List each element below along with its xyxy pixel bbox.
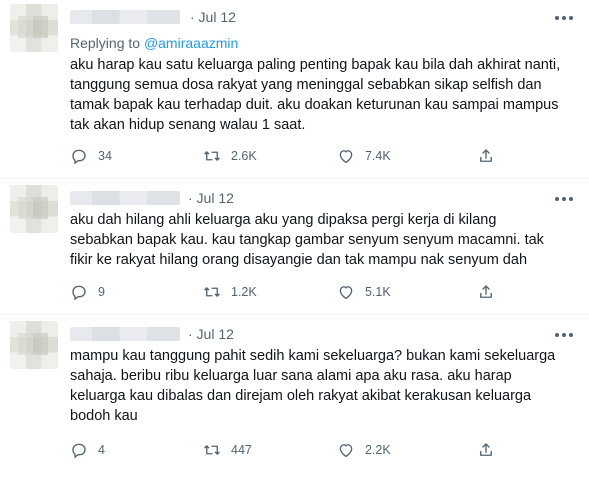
tweet-text-line: sebabkan bapak kau. kau tangkap gambar s… xyxy=(70,232,544,248)
share-icon xyxy=(480,149,492,162)
tweet-text-line: aku dah hilang ahli keluarga aku yang di… xyxy=(70,212,497,228)
reply-button[interactable]: 9 xyxy=(70,282,105,302)
tweet-text-line: mampu kau tanggung pahit sedih kami seke… xyxy=(70,348,556,364)
share-icon xyxy=(480,285,492,298)
tweet-text-line: sahaja. beribu ribu keluarga luar sana a… xyxy=(70,368,512,384)
reply-count: 4 xyxy=(98,443,105,457)
like-button[interactable]: 5.1K xyxy=(337,282,391,302)
reply-button[interactable]: 4 xyxy=(70,440,105,460)
retweet-button[interactable]: 2.6K xyxy=(203,146,257,166)
reply-button[interactable]: 34 xyxy=(70,146,112,166)
avatar[interactable] xyxy=(10,185,58,233)
tweet-text-line: bodoh kau xyxy=(70,408,138,424)
avatar[interactable] xyxy=(10,4,58,52)
tweet-text-line: keluarga kau dibalas dan direjam oleh ra… xyxy=(70,388,532,404)
tweet-1[interactable]: · Jul 12 Replying to @amiraaazmin aku ha… xyxy=(0,0,589,178)
reply-icon xyxy=(72,285,86,301)
tweet-text-line: aku harap kau satu keluarga paling penti… xyxy=(70,57,561,73)
retweet-count: 1.2K xyxy=(231,285,257,299)
tweet-actions: 9 1.2K 5.1K xyxy=(70,282,570,302)
like-button[interactable]: 7.4K xyxy=(337,146,391,166)
reply-icon xyxy=(72,443,86,459)
tweet-text-line: tamak bapak kau terhadap duit. aku doaka… xyxy=(70,97,559,113)
more-options-icon[interactable] xyxy=(555,12,575,24)
reply-icon xyxy=(72,149,86,165)
reply-count: 34 xyxy=(98,149,112,163)
more-options-icon[interactable] xyxy=(555,329,575,341)
replying-to-handle[interactable]: @amiraaazmin xyxy=(144,35,238,51)
blurred-username[interactable] xyxy=(70,327,180,341)
share-button[interactable] xyxy=(477,440,505,460)
like-count: 2.2K xyxy=(365,443,391,457)
tweet-text: mampu kau tanggung pahit sedih kami seke… xyxy=(70,346,575,426)
heart-icon xyxy=(339,444,353,458)
retweet-button[interactable]: 1.2K xyxy=(203,282,257,302)
tweet-text: aku dah hilang ahli keluarga aku yang di… xyxy=(70,210,575,270)
tweet-3[interactable]: · Jul 12 mampu kau tanggung pahit sedih … xyxy=(0,315,589,477)
tweet-2[interactable]: · Jul 12 aku dah hilang ahli keluarga ak… xyxy=(0,179,589,314)
tweet-date[interactable]: · Jul 12 xyxy=(190,9,236,25)
tweet-actions: 4 447 2.2K xyxy=(70,440,570,460)
blurred-username[interactable] xyxy=(70,10,180,24)
retweet-button[interactable]: 447 xyxy=(203,440,252,460)
more-options-icon[interactable] xyxy=(555,193,575,205)
retweet-icon xyxy=(204,445,220,455)
share-icon xyxy=(480,443,492,456)
tweet-date[interactable]: · Jul 12 xyxy=(188,326,234,342)
tweet-text-line: tanggung semua dosa rakyat yang meningga… xyxy=(70,77,542,93)
retweet-icon xyxy=(204,151,220,161)
retweet-count: 2.6K xyxy=(231,149,257,163)
blurred-username[interactable] xyxy=(70,191,180,205)
share-button[interactable] xyxy=(477,146,505,166)
share-button[interactable] xyxy=(477,282,505,302)
tweet-actions: 34 2.6K 7.4K xyxy=(70,146,570,166)
like-count: 5.1K xyxy=(365,285,391,299)
replying-to-label: Replying to xyxy=(70,35,144,51)
tweet-text-line: fikir ke rakyat hilang orang disayangie … xyxy=(70,252,528,268)
tweet-date[interactable]: · Jul 12 xyxy=(188,190,234,206)
reply-count: 9 xyxy=(98,285,105,299)
avatar[interactable] xyxy=(10,321,58,369)
replying-to: Replying to @amiraaazmin xyxy=(70,35,238,51)
like-button[interactable]: 2.2K xyxy=(337,440,391,460)
like-count: 7.4K xyxy=(365,149,391,163)
heart-icon xyxy=(339,286,353,300)
heart-icon xyxy=(339,150,353,164)
tweet-text: aku harap kau satu keluarga paling penti… xyxy=(70,55,575,135)
tweet-text-line: tak akan hidup senang walau 1 saat. xyxy=(70,117,306,133)
retweet-icon xyxy=(204,287,220,297)
retweet-count: 447 xyxy=(231,443,252,457)
